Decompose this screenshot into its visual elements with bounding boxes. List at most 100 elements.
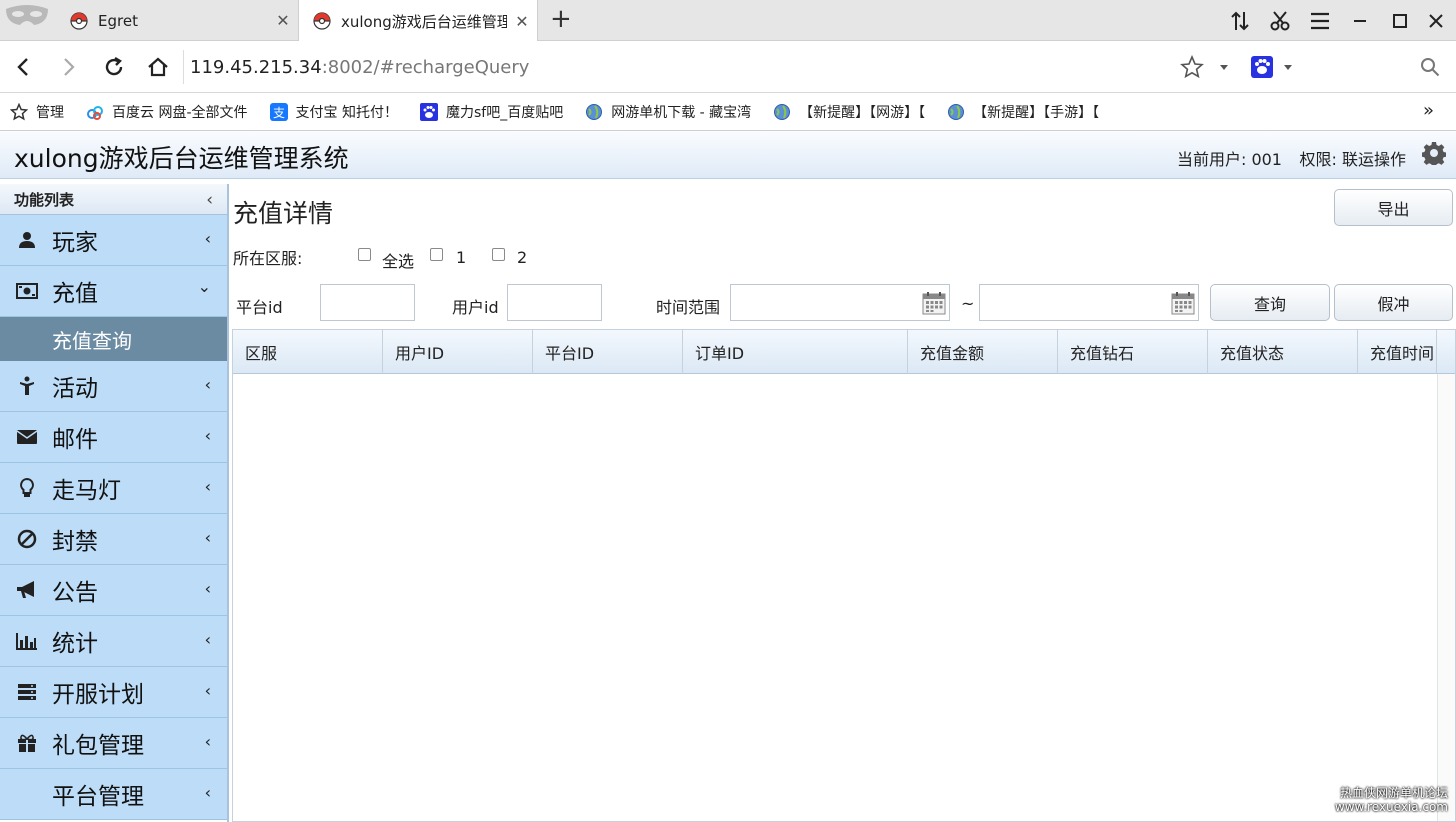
sidebar-item-marquee[interactable]: 走马灯 ‹ (0, 463, 227, 514)
sidebar-item-platform[interactable]: 平台管理 ‹ (0, 769, 227, 820)
bookmark-item[interactable]: 【新提醒】【手游】【 (947, 102, 1099, 122)
forward-icon[interactable] (52, 51, 84, 83)
chevron-left-icon: ‹ (204, 375, 211, 394)
sidebar-item-label: 活动 (52, 376, 98, 402)
query-button[interactable]: 查询 (1210, 284, 1330, 321)
star-dropdown-icon[interactable] (1208, 51, 1240, 83)
bookmarks-overflow-button[interactable]: » (1423, 100, 1434, 121)
sidebar-item-ban[interactable]: 封禁 ‹ (0, 514, 227, 565)
search-icon[interactable] (1414, 51, 1446, 83)
sidebar-subitem-recharge-query[interactable]: 充值查询 (0, 317, 227, 361)
time-range-label: 时间范围 (656, 298, 721, 317)
bookmark-item[interactable]: 百度云 网盘-全部文件 (86, 102, 248, 122)
admin-app: xulong游戏后台运维管理系统 当前用户: 001 权限: 联运操作 功能列表… (0, 131, 1456, 822)
current-user: 当前用户: 001 (1176, 150, 1282, 169)
sidebar-item-statistics[interactable]: 统计 ‹ (0, 616, 227, 667)
scissors-icon[interactable] (1260, 0, 1300, 41)
sidebar-item-label: 走马灯 (52, 478, 121, 504)
sidebar-item-server-plan[interactable]: 开服计划 ‹ (0, 667, 227, 718)
tab-title: Egret (98, 11, 138, 30)
chevron-left-icon: ‹ (204, 732, 211, 751)
checkbox-select-all[interactable] (358, 248, 371, 261)
globe-icon (948, 104, 965, 120)
megaphone-icon (16, 579, 38, 601)
bookmark-item[interactable]: 管理 (10, 102, 64, 122)
chevron-left-icon: ‹ (204, 426, 211, 445)
sidebar-collapse-icon[interactable]: ‹ (206, 190, 213, 210)
sidebar-item-announcement[interactable]: 公告 ‹ (0, 565, 227, 616)
bookmark-item[interactable]: 网游单机下载 - 藏宝湾 (585, 102, 751, 122)
bookmark-item[interactable]: 【新提醒】【网游】【 (773, 102, 925, 122)
sidebar-item-label: 平台管理 (52, 784, 144, 810)
column-header-user-id[interactable]: 用户ID (383, 330, 533, 374)
export-button[interactable]: 导出 (1334, 189, 1453, 226)
sidebar-item-label: 统计 (52, 631, 98, 657)
close-icon[interactable]: ✕ (507, 12, 537, 31)
fake-recharge-button[interactable]: 假冲 (1334, 284, 1453, 321)
column-header-platform-id[interactable]: 平台ID (533, 330, 683, 374)
calendar-icon[interactable] (1171, 291, 1195, 315)
sidebar-item-label: 开服计划 (52, 682, 144, 708)
bookmark-item[interactable]: 魔力sf吧_百度贴吧 (419, 102, 563, 122)
search-engine-dropdown-icon[interactable] (1272, 51, 1304, 83)
platform-id-input[interactable] (320, 284, 415, 321)
sidebar-item-recharge[interactable]: 充值 ⌄ (0, 266, 227, 317)
reload-icon[interactable] (98, 51, 130, 83)
app-header: xulong游戏后台运维管理系统 当前用户: 001 权限: 联运操作 (0, 131, 1456, 179)
column-header-time[interactable]: 充值时间 (1358, 330, 1437, 374)
tab-xulong[interactable]: xulong游戏后台运维管理 ✕ (298, 0, 538, 42)
zone-label: 所在区服: (233, 249, 303, 268)
table-header: 区服 用户ID 平台ID 订单ID 充值金额 充值钻石 充值状态 充值时间 (233, 330, 1455, 374)
page-title: 充值详情 (233, 199, 334, 228)
back-icon[interactable] (8, 51, 40, 83)
sidebar-item-mail[interactable]: 邮件 ‹ (0, 412, 227, 463)
bookmark-item[interactable]: 支 支付宝 知托付！ (269, 102, 398, 122)
main-panel: 充值详情 导出 所在区服: 全选 1 2 平台id 用户id 时间范围 ~ 查询… (231, 184, 1456, 822)
column-header-order-id[interactable]: 订单ID (683, 330, 908, 374)
bookmark-star-icon[interactable] (1176, 51, 1208, 83)
menu-icon[interactable] (1300, 0, 1340, 41)
app-title: xulong游戏后台运维管理系统 (14, 144, 349, 173)
close-icon[interactable]: ✕ (268, 11, 298, 30)
sidebar-item-label: 礼包管理 (52, 733, 144, 759)
sync-icon[interactable] (1220, 0, 1260, 41)
minimize-icon[interactable] (1340, 0, 1380, 41)
sidebar-item-player[interactable]: 玩家 ‹ (0, 215, 227, 266)
checkbox-zone-1[interactable] (430, 248, 443, 261)
column-header-status[interactable]: 充值状态 (1208, 330, 1358, 374)
end-date-input[interactable] (979, 284, 1199, 321)
column-header-diamonds[interactable]: 充值钻石 (1058, 330, 1208, 374)
column-header-zone[interactable]: 区服 (233, 330, 383, 374)
checkbox-label: 1 (456, 248, 467, 267)
url-field[interactable]: 119.45.215.34:8002/#rechargeQuery (183, 50, 1240, 84)
pokeball-icon (70, 11, 88, 30)
new-tab-button[interactable]: + (550, 4, 572, 34)
home-icon[interactable] (142, 51, 174, 83)
sidebar-header: 功能列表 ‹ (0, 184, 227, 215)
user-id-label: 用户id (452, 298, 499, 317)
baidu-cloud-icon (87, 106, 103, 120)
bar-chart-icon (16, 630, 38, 652)
sidebar-item-label: 封禁 (52, 529, 98, 555)
url-path: :8002/#rechargeQuery (321, 56, 530, 78)
table-scrollbar[interactable] (1437, 374, 1455, 821)
start-date-input[interactable] (730, 284, 950, 321)
maximize-icon[interactable] (1380, 0, 1420, 41)
watermark: 热血侠网游单机论坛 www.rexuexia.com (1334, 786, 1448, 814)
chevron-down-icon: ⌄ (197, 277, 211, 296)
chevron-left-icon: ‹ (204, 528, 211, 547)
column-header-amount[interactable]: 充值金额 (908, 330, 1058, 374)
gear-icon[interactable] (1422, 141, 1446, 165)
calendar-icon[interactable] (922, 291, 946, 315)
chevron-left-icon: ‹ (204, 630, 211, 649)
permission-label: 权限: 联运操作 (1299, 150, 1406, 169)
pokeball-icon (313, 12, 331, 30)
checkbox-zone-2[interactable] (492, 248, 505, 261)
sidebar-item-activity[interactable]: 活动 ‹ (0, 361, 227, 412)
window-close-icon[interactable] (1416, 0, 1456, 41)
sidebar-item-gift[interactable]: 礼包管理 ‹ (0, 718, 227, 769)
tab-egret[interactable]: Egret ✕ (56, 0, 298, 41)
user-id-input[interactable] (507, 284, 602, 321)
recharge-table: 区服 用户ID 平台ID 订单ID 充值金额 充值钻石 充值状态 充值时间 (232, 329, 1456, 822)
chevron-left-icon: ‹ (204, 229, 211, 248)
